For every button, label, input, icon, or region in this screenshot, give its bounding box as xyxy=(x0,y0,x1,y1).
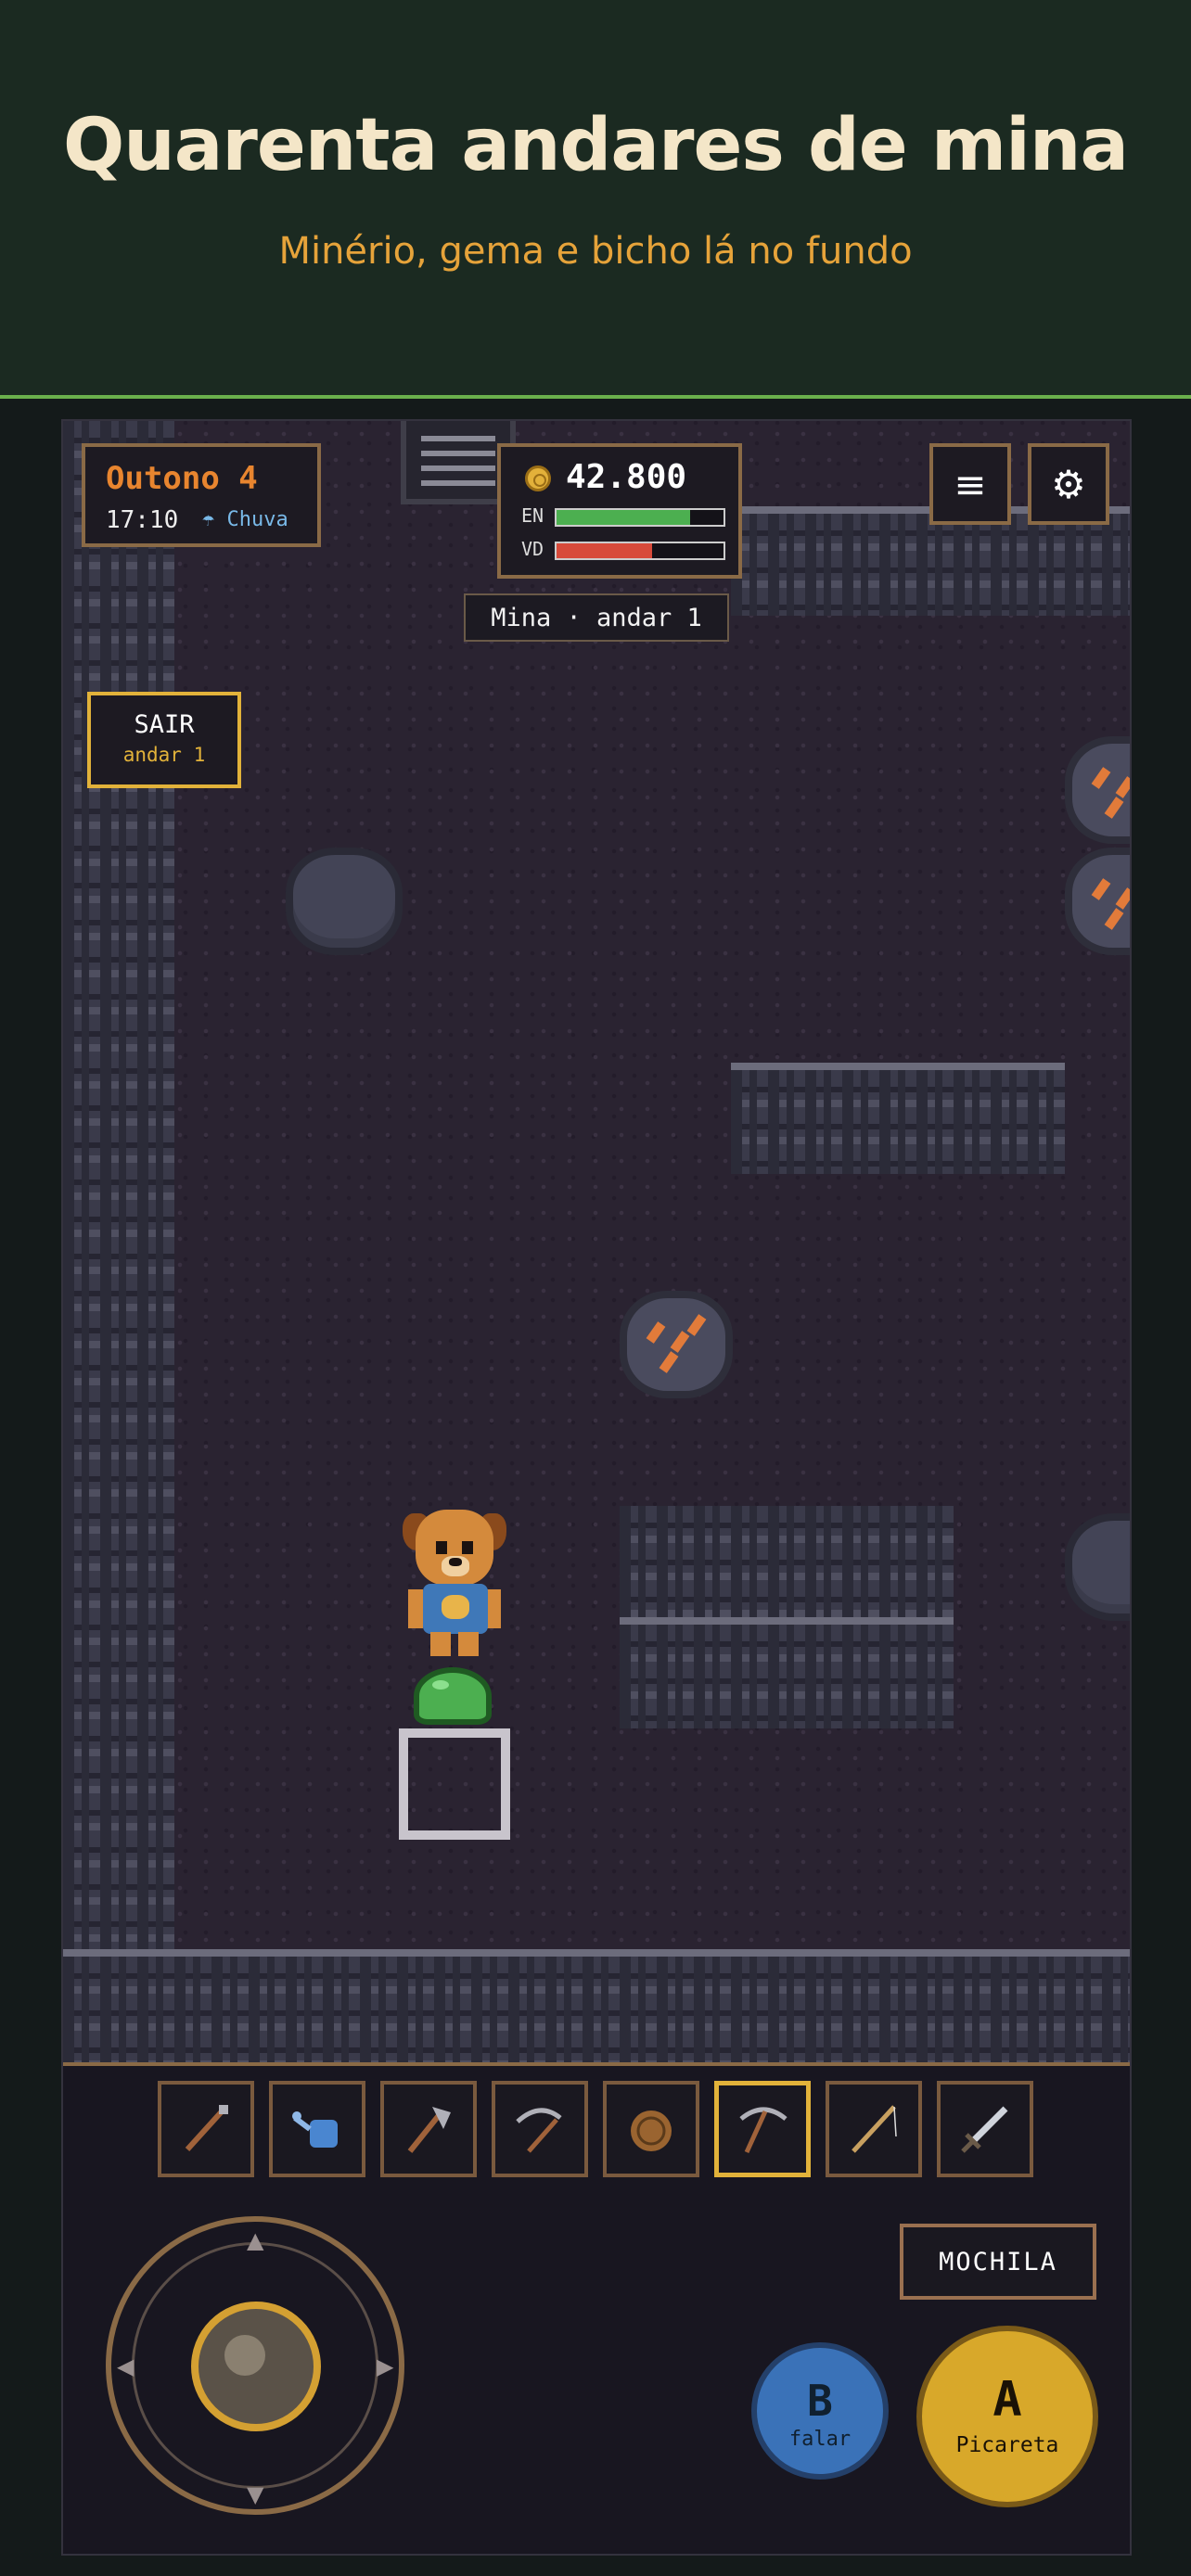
controls-panel: MOCHILA ▲ ▼ ◀ ▶ B falar A Picareta xyxy=(63,2062,1130,2554)
season-day: Outono 4 xyxy=(106,460,258,497)
toolbar-slot-scythe[interactable] xyxy=(492,2081,588,2177)
b-button-action: falar xyxy=(788,2428,852,2451)
page-header: Quarenta andares de mina Minério, gema e… xyxy=(0,0,1191,399)
hamburger-icon: ≡ xyxy=(954,461,987,507)
exit-mine-button[interactable]: SAIR andar 1 xyxy=(87,692,241,788)
fishing-rod-icon xyxy=(852,2105,897,2153)
watering-can-icon xyxy=(292,2111,338,2148)
energy-bar-fill xyxy=(557,510,690,525)
b-talk-button[interactable]: B falar xyxy=(751,2342,889,2480)
target-tile-cursor[interactable] xyxy=(399,1728,510,1840)
energy-bar xyxy=(555,508,725,527)
a-action-button[interactable]: A Picareta xyxy=(916,2326,1098,2507)
page-subtitle: Minério, gema e bicho lá no fundo xyxy=(278,230,913,273)
b-button-letter: B xyxy=(807,2376,833,2426)
weather-text: Chuva xyxy=(226,508,288,531)
stone-rock[interactable] xyxy=(286,848,403,955)
player-character xyxy=(399,1506,510,1664)
clock-time: 17:10 xyxy=(106,506,179,534)
toolbar-slot-seed-bag[interactable] xyxy=(603,2081,699,2177)
toolbar-slot-axe[interactable] xyxy=(380,2081,477,2177)
copper-ore-rock[interactable] xyxy=(1065,736,1130,844)
bottom-wall xyxy=(63,1949,1130,2070)
health-bar xyxy=(555,542,725,560)
health-bar-fill xyxy=(557,543,652,558)
arrow-down-icon: ▼ xyxy=(247,2481,264,2507)
gear-icon: ⚙ xyxy=(1051,461,1086,507)
backpack-button[interactable]: MOCHILA xyxy=(900,2224,1096,2300)
scythe-icon xyxy=(516,2108,562,2153)
hoe-icon xyxy=(185,2105,228,2152)
lower-wall-ledge xyxy=(620,1617,954,1728)
virtual-joystick[interactable]: ▲ ▼ ◀ ▶ xyxy=(106,2216,404,2515)
umbrella-icon: ☂ xyxy=(202,508,215,531)
toolbar-slot-fishing-rod[interactable] xyxy=(826,2081,922,2177)
sword-icon xyxy=(961,2106,1008,2153)
left-wall xyxy=(63,421,174,2062)
exit-label: SAIR xyxy=(134,710,195,739)
weather-label: ☂ Chuva xyxy=(202,508,288,531)
toolbar-slot-hoe[interactable] xyxy=(158,2081,254,2177)
seed-bag-icon xyxy=(631,2111,672,2151)
a-button-letter: A xyxy=(992,2372,1022,2428)
lower-wall-block xyxy=(620,1506,954,1617)
date-weather-panel: Outono 4 17:10 ☂ Chuva xyxy=(82,443,321,547)
coin-icon xyxy=(525,465,551,491)
toolbar-slot-watering-can[interactable] xyxy=(269,2081,365,2177)
a-button-action: Picareta xyxy=(955,2433,1059,2457)
exit-floor-label: andar 1 xyxy=(122,744,206,766)
health-label: VD xyxy=(521,538,544,560)
arrow-left-icon: ◀ xyxy=(117,2353,134,2379)
mine-field[interactable]: Outono 4 17:10 ☂ Chuva 42.800 EN VD ≡ ⚙ … xyxy=(63,421,1130,2070)
copper-ore-rock[interactable] xyxy=(620,1291,733,1398)
game-screen: Outono 4 17:10 ☂ Chuva 42.800 EN VD ≡ ⚙ … xyxy=(61,419,1132,2556)
copper-ore-rock[interactable] xyxy=(1065,848,1130,955)
stone-rock[interactable] xyxy=(1065,1513,1130,1621)
page-title: Quarenta andares de mina xyxy=(62,104,1129,187)
middle-wall xyxy=(731,1063,1065,1174)
energy-label: EN xyxy=(521,504,544,527)
axe-icon xyxy=(407,2107,451,2153)
money-status-panel: 42.800 EN VD xyxy=(497,443,742,579)
joystick-knob[interactable] xyxy=(191,2302,321,2431)
arrow-up-icon: ▲ xyxy=(247,2227,264,2253)
menu-button[interactable]: ≡ xyxy=(929,443,1011,525)
arrow-right-icon: ▶ xyxy=(377,2353,394,2379)
floor-banner: Mina · andar 1 xyxy=(464,593,729,642)
toolbar-slot-pickaxe[interactable] xyxy=(714,2081,811,2177)
money-amount: 42.800 xyxy=(566,458,687,496)
pickaxe-icon xyxy=(739,2107,788,2154)
green-slime-enemy[interactable] xyxy=(414,1667,492,1725)
toolbar-slot-sword[interactable] xyxy=(937,2081,1033,2177)
settings-button[interactable]: ⚙ xyxy=(1028,443,1109,525)
